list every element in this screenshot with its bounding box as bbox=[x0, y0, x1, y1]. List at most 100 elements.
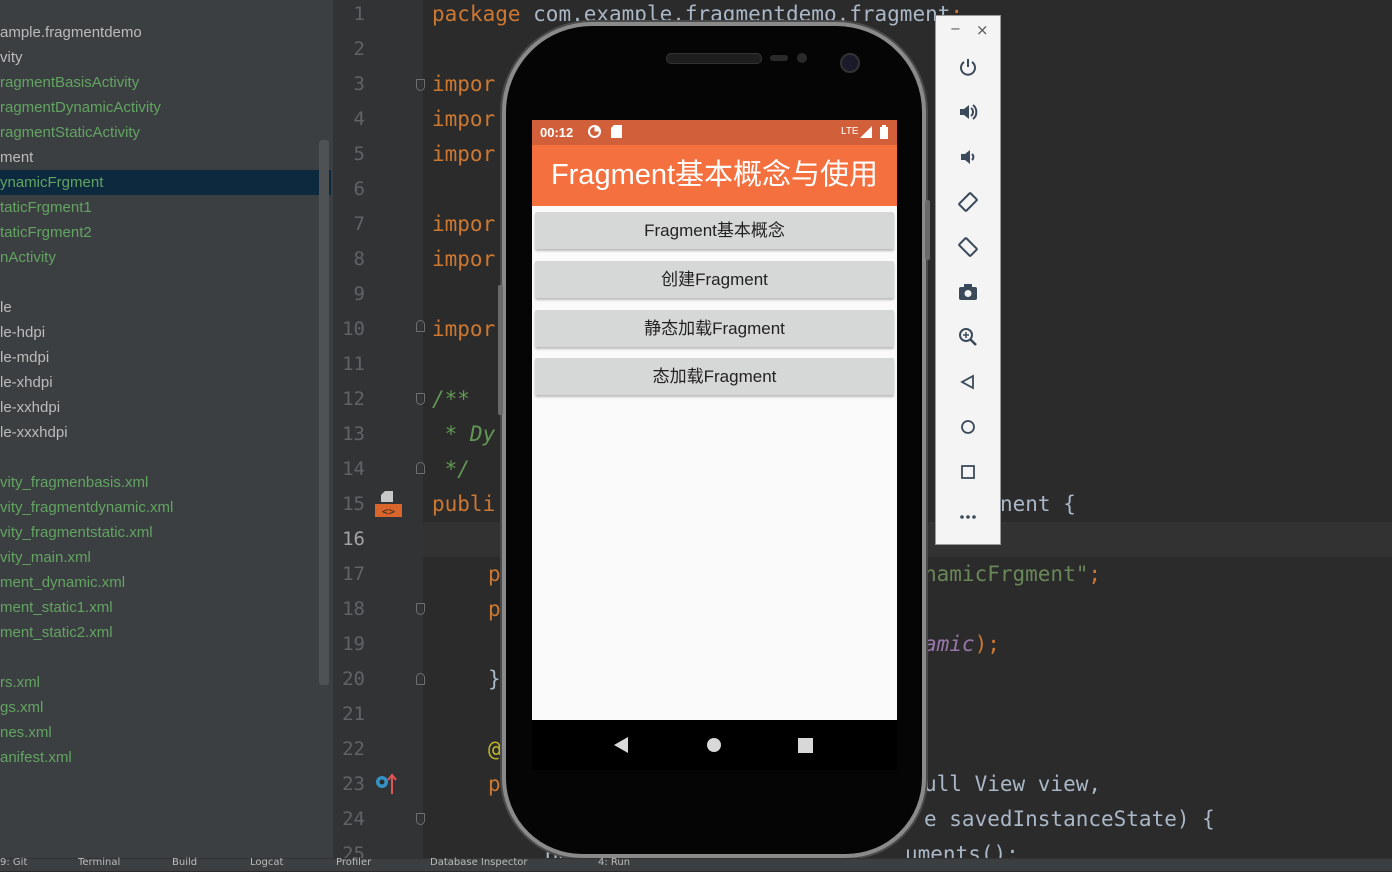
line-number: 5 bbox=[353, 143, 365, 165]
nav-overview-icon[interactable] bbox=[798, 738, 813, 757]
nav-back-icon[interactable] bbox=[614, 737, 630, 757]
code-line-8: impor bbox=[432, 247, 496, 271]
volume-down-icon[interactable] bbox=[936, 135, 1000, 179]
phone-sensor bbox=[797, 53, 807, 63]
project-tree-item[interactable]: vity_fragmenbasis.xml bbox=[0, 470, 148, 495]
camera-icon[interactable] bbox=[936, 270, 1000, 314]
project-tree-item[interactable]: ment_static1.xml bbox=[0, 595, 113, 620]
tool-window-tab[interactable]: Logcat bbox=[250, 857, 283, 868]
project-tree-item[interactable]: ragmentStaticActivity bbox=[0, 120, 140, 145]
line-number: 24 bbox=[342, 808, 365, 830]
project-tree-item[interactable]: ment bbox=[0, 145, 33, 170]
layout-file-gutter-icon[interactable]: <> bbox=[375, 490, 402, 518]
project-tree-item[interactable]: le bbox=[0, 295, 12, 320]
tree-scrollbar[interactable] bbox=[319, 140, 329, 685]
nav-home-icon[interactable] bbox=[706, 737, 722, 757]
override-gutter-icon[interactable] bbox=[374, 772, 398, 796]
project-tree-item[interactable]: ragmentBasisActivity bbox=[0, 70, 139, 95]
rotate-right-icon[interactable] bbox=[936, 225, 1000, 269]
code-line-23-tail: ull View view, bbox=[924, 772, 1102, 796]
emulator-toolbar: − × bbox=[935, 15, 1001, 545]
more-icon[interactable] bbox=[936, 495, 1000, 539]
code-line-12: /** bbox=[432, 387, 470, 411]
volume-up-icon[interactable] bbox=[936, 90, 1000, 134]
tool-window-tab[interactable]: Terminal bbox=[78, 857, 120, 868]
code-line-24-tail: e savedInstanceState) { bbox=[924, 807, 1215, 831]
code-line-14: */ bbox=[432, 457, 470, 481]
line-number: 6 bbox=[353, 178, 365, 200]
fold-marker[interactable] bbox=[416, 393, 425, 405]
line-number: 12 bbox=[342, 388, 365, 410]
fold-marker[interactable] bbox=[416, 79, 425, 91]
fragment-basics-button[interactable]: Fragment基本概念 bbox=[535, 212, 894, 249]
tool-window-tab[interactable]: 4: Run bbox=[598, 857, 630, 868]
project-tree-item[interactable]: gs.xml bbox=[0, 695, 43, 720]
project-tree-item[interactable]: le-xxxhdpi bbox=[0, 420, 68, 445]
code-line-23: p bbox=[488, 772, 501, 796]
project-tree-item[interactable]: taticFrgment1 bbox=[0, 195, 92, 220]
line-number: 19 bbox=[342, 633, 365, 655]
code-line-17-tail: namicFrgment"; bbox=[924, 562, 1102, 586]
app-toolbar-title: Fragment基本概念与使用 bbox=[532, 145, 897, 206]
project-tree-item[interactable]: ample.fragmentdemo bbox=[0, 20, 142, 45]
tool-window-tab[interactable]: 9: Git bbox=[0, 857, 27, 868]
code-line-5: impor bbox=[432, 142, 496, 166]
dynamic-load-fragment-button[interactable]: 态加载Fragment bbox=[535, 358, 894, 395]
line-number: 15 bbox=[342, 493, 365, 515]
project-tree-item[interactable]: ragmentDynamicActivity bbox=[0, 95, 161, 120]
fold-marker[interactable] bbox=[416, 320, 425, 332]
tool-window-tab[interactable]: Database Inspector bbox=[430, 857, 528, 868]
overview-icon[interactable] bbox=[936, 450, 1000, 494]
zoom-icon[interactable] bbox=[936, 315, 1000, 359]
project-tree-item[interactable]: ment_static2.xml bbox=[0, 620, 113, 645]
phone-sensor bbox=[770, 55, 788, 61]
line-number: 21 bbox=[342, 703, 365, 725]
project-tree-item[interactable]: le-xxhdpi bbox=[0, 395, 60, 420]
power-icon[interactable] bbox=[936, 45, 1000, 89]
code-line-7: impor bbox=[432, 212, 496, 236]
line-number: 4 bbox=[353, 108, 365, 130]
sd-card-icon bbox=[611, 125, 622, 138]
line-number: 16 bbox=[342, 528, 365, 550]
fold-marker[interactable] bbox=[416, 813, 425, 825]
project-tree-item[interactable]: nes.xml bbox=[0, 720, 52, 745]
project-tree-item[interactable]: anifest.xml bbox=[0, 745, 72, 770]
project-tree-item[interactable]: vity_main.xml bbox=[0, 545, 91, 570]
line-number: 10 bbox=[342, 318, 365, 340]
line-number: 23 bbox=[342, 773, 365, 795]
project-tree-item[interactable]: vity_fragmentdynamic.xml bbox=[0, 495, 173, 520]
tool-window-tab[interactable]: Build bbox=[172, 857, 197, 868]
rotate-left-icon[interactable] bbox=[936, 180, 1000, 224]
project-tree-item[interactable]: nActivity bbox=[0, 245, 56, 270]
project-tree-item[interactable]: le-mdpi bbox=[0, 345, 49, 370]
project-tree-item[interactable]: ment_dynamic.xml bbox=[0, 570, 125, 595]
project-tree-item[interactable]: vity_fragmentstatic.xml bbox=[0, 520, 153, 545]
home-icon[interactable] bbox=[936, 405, 1000, 449]
fold-marker[interactable] bbox=[416, 603, 425, 615]
code-line-3: impor bbox=[432, 72, 496, 96]
project-tree-item[interactable]: le-hdpi bbox=[0, 320, 45, 345]
static-load-fragment-button[interactable]: 静态加载Fragment bbox=[535, 310, 894, 347]
create-fragment-button[interactable]: 创建Fragment bbox=[535, 261, 894, 298]
phone-side-button bbox=[498, 285, 503, 415]
project-tree-item[interactable]: taticFrgment2 bbox=[0, 220, 92, 245]
line-number: 17 bbox=[342, 563, 365, 585]
fold-marker[interactable] bbox=[416, 462, 425, 474]
back-icon[interactable] bbox=[936, 360, 1000, 404]
fold-marker[interactable] bbox=[416, 673, 425, 685]
project-tree-item[interactable]: vity bbox=[0, 45, 23, 70]
tool-window-tab[interactable]: Profiler bbox=[336, 857, 371, 868]
line-number: 8 bbox=[353, 248, 365, 270]
code-line-13: * Dy bbox=[432, 422, 496, 446]
project-tree-item[interactable]: ynamicFrgment bbox=[0, 170, 331, 195]
emulator-screen[interactable]: 00:12 LTE Fragment基本概念与使用 Fragment基本概念 创… bbox=[532, 120, 897, 720]
tool-window-bar: 9: Git Terminal Build Logcat Profiler Databas… bbox=[0, 857, 1392, 871]
project-tree-item[interactable]: rs.xml bbox=[0, 670, 40, 695]
minimize-button[interactable]: − bbox=[950, 22, 961, 37]
close-button[interactable]: × bbox=[976, 21, 989, 39]
project-tree-item[interactable]: le-xhdpi bbox=[0, 370, 53, 395]
line-number: 7 bbox=[353, 213, 365, 235]
code-line-17: p bbox=[488, 562, 501, 586]
battery-icon bbox=[880, 125, 888, 139]
status-time: 00:12 bbox=[540, 125, 574, 140]
